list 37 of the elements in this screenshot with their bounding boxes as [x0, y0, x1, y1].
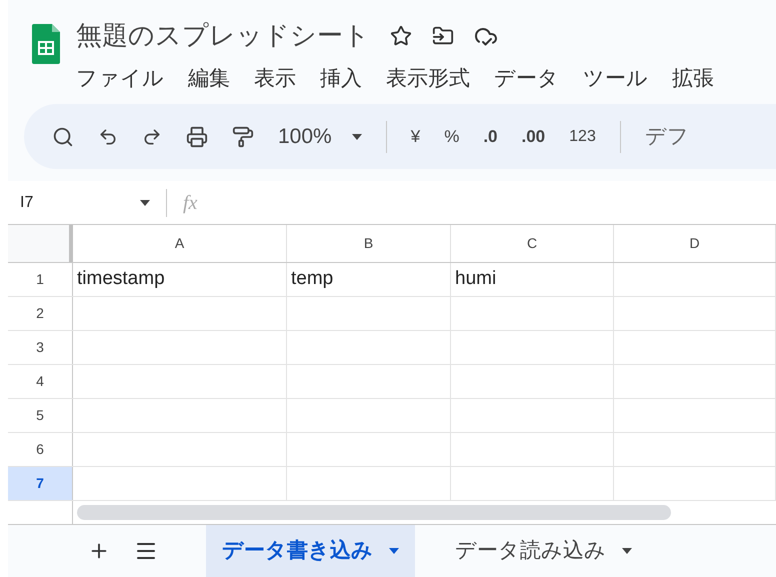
- print-icon[interactable]: [186, 126, 208, 148]
- row-header[interactable]: 7: [8, 467, 73, 500]
- name-box-caret-icon[interactable]: [140, 200, 150, 206]
- table-cell-text: humi: [455, 267, 496, 292]
- cell-reference[interactable]: I7: [20, 190, 140, 214]
- zoom-select[interactable]: 100%: [278, 120, 332, 152]
- menu-item[interactable]: 挿入: [320, 63, 362, 94]
- number-format-button[interactable]: 123: [569, 124, 596, 148]
- menu-item[interactable]: データ: [494, 63, 559, 94]
- table-cell-text: temp: [291, 267, 334, 292]
- table-cell-text: timestamp: [77, 267, 165, 292]
- menu-item[interactable]: 拡張: [672, 63, 714, 94]
- menu-item[interactable]: ファイル: [76, 63, 164, 94]
- search-icon[interactable]: [52, 126, 74, 148]
- zoom-caret-icon[interactable]: [352, 134, 362, 140]
- paint-format-icon[interactable]: [232, 126, 254, 148]
- move-folder-icon[interactable]: [432, 24, 454, 46]
- menu-item[interactable]: 表示形式: [386, 63, 470, 94]
- menu-item[interactable]: 表示: [254, 63, 296, 94]
- sheet-tab[interactable]: データ書き込み: [206, 525, 415, 577]
- currency-button[interactable]: ¥: [410, 124, 420, 150]
- increase-decimal-button[interactable]: .00: [522, 124, 546, 150]
- horizontal-scrollbar[interactable]: [77, 505, 671, 520]
- menu-item[interactable]: ツール: [583, 63, 648, 94]
- sheet-tab[interactable]: データ読み込み: [439, 525, 648, 577]
- decrease-decimal-button[interactable]: .0: [483, 124, 498, 150]
- font-select[interactable]: デフ: [644, 120, 689, 152]
- sheet-tab-caret-icon[interactable]: [622, 548, 632, 554]
- function-icon: fx: [183, 188, 198, 218]
- sheet-tab-caret-icon[interactable]: [389, 548, 399, 554]
- percent-button[interactable]: %: [444, 124, 460, 150]
- document-title[interactable]: 無題のスプレッドシート: [76, 16, 370, 55]
- star-icon[interactable]: [390, 24, 412, 46]
- sheets-logo-icon[interactable]: [32, 24, 60, 64]
- redo-icon[interactable]: [142, 126, 162, 146]
- menu-item[interactable]: 編集: [188, 63, 230, 94]
- undo-icon[interactable]: [98, 126, 118, 146]
